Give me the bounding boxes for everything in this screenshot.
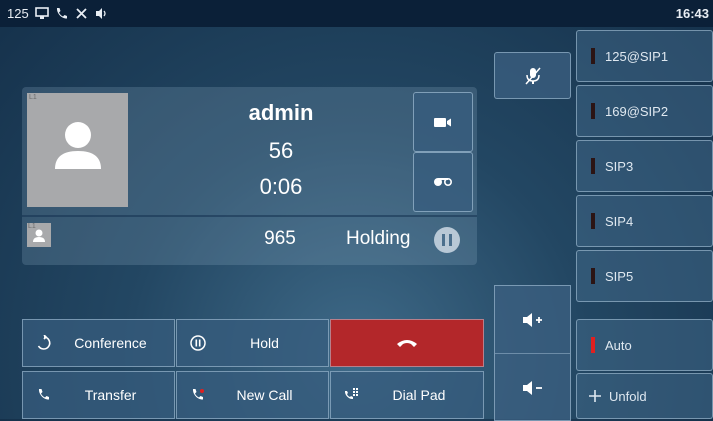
network-icon: [34, 7, 49, 21]
line-key-5[interactable]: SIP5: [576, 250, 713, 302]
dial-pad-button[interactable]: Dial Pad: [330, 371, 484, 419]
held-line-tag: L1: [28, 223, 36, 230]
contact-silhouette-icon: [55, 122, 101, 169]
unfold-button[interactable]: Unfold: [576, 373, 713, 419]
mute-button[interactable]: [494, 52, 571, 99]
clock: 16:43: [675, 6, 709, 21]
volume-up-icon: [522, 312, 542, 327]
line-key-label: SIP5: [605, 268, 634, 284]
hold-label: Hold: [250, 335, 279, 351]
record-button[interactable]: [413, 152, 473, 212]
phone-icon: [55, 7, 69, 21]
pause-circle-icon: [187, 335, 209, 351]
microphone-muted-icon: [524, 67, 541, 84]
line-key-label: 169@SIP2: [605, 103, 669, 119]
volume-down-icon: [522, 380, 542, 395]
call-divider: [22, 215, 477, 217]
held-status: Holding: [346, 228, 411, 249]
caller-avatar: [27, 93, 128, 207]
status-bar-left: 125: [7, 0, 109, 27]
hang-up-icon: [397, 340, 417, 347]
line-key-1[interactable]: 125@SIP1: [576, 30, 713, 82]
line-status-indicator: [591, 103, 595, 119]
conference-label: Conference: [74, 335, 147, 351]
tape-icon: [434, 177, 453, 187]
line-key-2[interactable]: 169@SIP2: [576, 85, 713, 137]
transfer-label: Transfer: [84, 387, 137, 403]
end-call-button[interactable]: [330, 319, 484, 367]
line-key-label: Auto: [605, 337, 632, 353]
new-call-button[interactable]: New Call: [176, 371, 329, 419]
video-camera-icon: [434, 117, 451, 127]
new-call-label: New Call: [236, 387, 293, 403]
conference-icon: [33, 335, 55, 351]
expand-icon: [589, 390, 601, 402]
line-status-indicator: [591, 48, 595, 64]
extension-label: 125: [7, 6, 29, 21]
volume-control: [494, 285, 571, 421]
volume-icon: [95, 7, 109, 21]
video-button[interactable]: [413, 92, 473, 152]
caller-number: 56: [268, 138, 294, 163]
caller-name: admin: [248, 100, 314, 125]
volume-down-button[interactable]: [495, 353, 570, 421]
transfer-icon: [33, 388, 55, 402]
call-forward-icon: [75, 7, 89, 21]
line-status-indicator: [591, 268, 595, 284]
transfer-button[interactable]: Transfer: [22, 371, 175, 419]
new-call-icon: [187, 388, 209, 402]
call-duration: 0:06: [259, 174, 303, 199]
volume-up-button[interactable]: [495, 286, 570, 353]
pause-icon[interactable]: [434, 227, 460, 253]
hold-button[interactable]: Hold: [176, 319, 329, 367]
line-key-auto[interactable]: Auto: [576, 319, 713, 371]
line-tag: L1: [29, 94, 37, 101]
status-bar: 125 16:43: [0, 0, 713, 27]
line-key-4[interactable]: SIP4: [576, 195, 713, 247]
conference-button[interactable]: Conference: [22, 319, 175, 367]
line-status-indicator: [591, 337, 595, 353]
line-key-3[interactable]: SIP3: [576, 140, 713, 192]
line-key-label: Unfold: [609, 388, 647, 404]
line-status-indicator: [591, 213, 595, 229]
line-key-label: SIP4: [605, 213, 634, 229]
held-caller-number: 965: [264, 228, 296, 249]
dial-pad-icon: [341, 388, 363, 402]
line-key-label: 125@SIP1: [605, 48, 669, 64]
line-key-label: SIP3: [605, 158, 634, 174]
dial-pad-label: Dial Pad: [392, 387, 446, 403]
line-status-indicator: [591, 158, 595, 174]
